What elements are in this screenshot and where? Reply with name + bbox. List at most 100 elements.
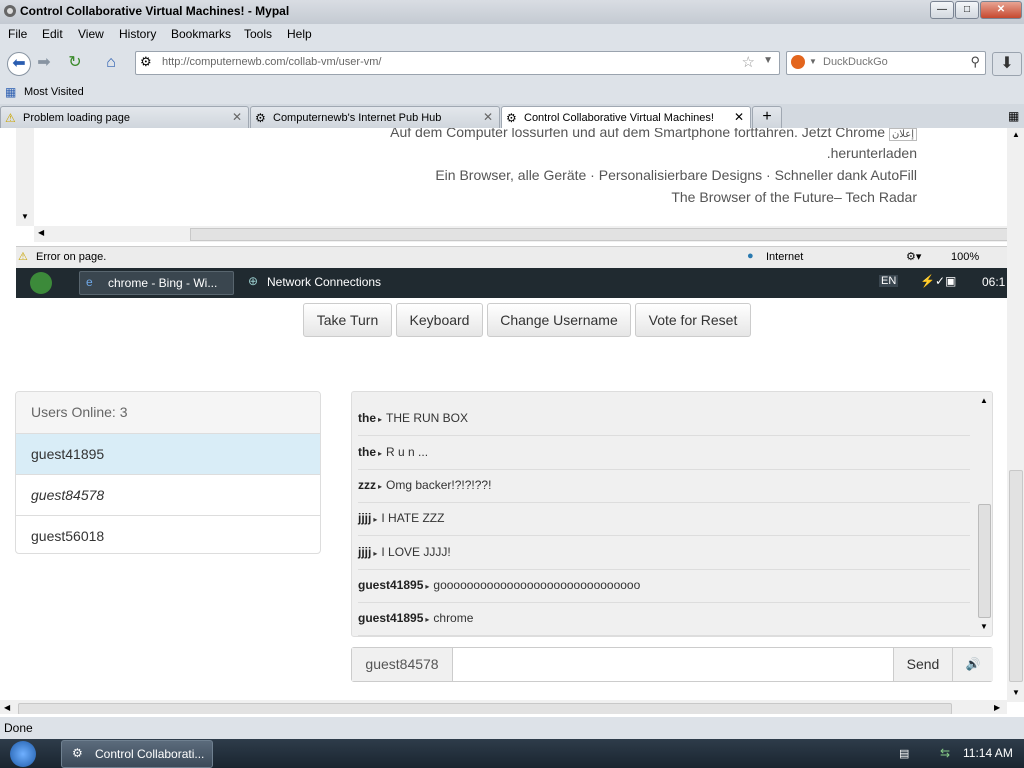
send-button[interactable]: Send bbox=[893, 648, 952, 681]
vm-screen[interactable]: Auf dem Computer lossurfen und auf dem S… bbox=[16, 128, 1009, 298]
vm-horizontal-scrollbar[interactable]: ◀ bbox=[34, 226, 1009, 242]
app-icon bbox=[4, 5, 16, 17]
menu-file[interactable]: File bbox=[8, 27, 27, 41]
ad-line-2: .herunterladen bbox=[826, 145, 917, 161]
volume-icon[interactable]: 🔊 bbox=[952, 648, 993, 681]
most-visited-icon: ▦ bbox=[5, 85, 17, 99]
scroll-left-arrow-icon[interactable]: ◀ bbox=[4, 703, 10, 712]
users-panel: Users Online: 3 guest41895 guest84578 gu… bbox=[15, 391, 321, 554]
chat-scroll-thumb[interactable] bbox=[978, 504, 991, 618]
vm-task-network[interactable]: Network Connections bbox=[267, 275, 381, 289]
chat-message: zzz ▸ Omg backer!?!?!??! bbox=[358, 469, 970, 503]
taskbar-item-mypal[interactable]: ⚙ Control Collaborati... bbox=[61, 740, 213, 768]
chat-message: guest41895 ▸ goooooooooooooooooooooooooooo… bbox=[358, 569, 970, 603]
chat-message: guest41895 ▸ chrome bbox=[358, 602, 970, 636]
search-bar[interactable]: ▼ ⚲ bbox=[786, 51, 986, 75]
menu-bar: File Edit View History Bookmarks Tools H… bbox=[0, 24, 1024, 45]
ie-status-text: Error on page. bbox=[36, 251, 107, 263]
scroll-up-arrow-icon[interactable]: ▲ bbox=[980, 396, 988, 405]
ie-zone-text: Internet bbox=[766, 251, 804, 263]
menu-tools[interactable]: Tools bbox=[244, 27, 272, 41]
list-all-tabs-icon[interactable]: ▦ bbox=[1008, 109, 1019, 123]
vm-tray-icons[interactable]: ⚡✓▣ bbox=[920, 274, 956, 288]
scroll-down-arrow-icon[interactable]: ▼ bbox=[21, 212, 29, 221]
tab-collab-vm[interactable]: ⚙ Control Collaborative Virtual Machines… bbox=[501, 106, 751, 129]
tab-close-icon[interactable]: ✕ bbox=[734, 110, 744, 124]
scroll-left-arrow-icon[interactable]: ◀ bbox=[38, 228, 44, 237]
chat-scrollbar[interactable]: ▲ ▼ bbox=[976, 392, 992, 636]
minimize-button[interactable]: — bbox=[930, 1, 954, 19]
page-vscroll-thumb[interactable] bbox=[1009, 470, 1023, 682]
search-icon[interactable]: ⚲ bbox=[970, 54, 980, 70]
menu-view[interactable]: View bbox=[78, 27, 104, 41]
menu-history[interactable]: History bbox=[119, 27, 156, 41]
page-hscroll-thumb[interactable] bbox=[18, 703, 952, 714]
tab-pub-hub[interactable]: ⚙ Computernewb's Internet Pub Hub ✕ bbox=[250, 106, 500, 129]
chat-message: jjjj ▸ I HATE ZZZ bbox=[358, 502, 970, 536]
vm-vertical-scrollbar[interactable]: ▼ bbox=[16, 128, 34, 226]
duckduckgo-icon[interactable] bbox=[791, 55, 805, 69]
ie-icon: e bbox=[86, 275, 93, 289]
url-bar[interactable]: ⚙ ☆ ▼ bbox=[135, 51, 780, 75]
vm-lang[interactable]: EN bbox=[879, 275, 899, 287]
menu-edit[interactable]: Edit bbox=[42, 27, 63, 41]
user-list-item[interactable]: guest41895 bbox=[16, 434, 320, 475]
bookmark-most-visited[interactable]: Most Visited bbox=[24, 86, 84, 98]
chat-input[interactable] bbox=[456, 653, 890, 677]
forward-icon[interactable]: ➡ bbox=[33, 52, 55, 74]
start-button-icon[interactable] bbox=[10, 741, 36, 767]
tab-problem-loading[interactable]: ⚠ Problem loading page ✕ bbox=[0, 106, 249, 129]
vm-hscroll-thumb[interactable] bbox=[190, 228, 1009, 241]
chat-panel: the ▸ THE RUN BOX the ▸ R u n ... zzz ▸ Omg ba… bbox=[351, 391, 993, 637]
url-dropdown-icon[interactable]: ▼ bbox=[763, 55, 773, 66]
back-icon[interactable]: ⬅ bbox=[7, 52, 31, 76]
chat-username-label[interactable]: guest84578 bbox=[352, 648, 453, 681]
window-titlebar: Control Collaborative Virtual Machines! … bbox=[0, 0, 1024, 24]
search-input[interactable] bbox=[821, 55, 965, 69]
change-username-button[interactable]: Change Username bbox=[487, 303, 631, 337]
page-vertical-scrollbar[interactable]: ▲ ▼ bbox=[1007, 128, 1024, 702]
vm-task-chrome[interactable]: e chrome - Bing - Wi... bbox=[79, 271, 234, 295]
search-engine-dropdown-icon[interactable]: ▼ bbox=[809, 57, 817, 66]
user-list-item[interactable]: guest84578 bbox=[16, 475, 320, 516]
network-tray-icon[interactable]: ⇆ bbox=[940, 746, 950, 760]
tab-strip: ⚠ Problem loading page ✕ ⚙ Computernewb'… bbox=[0, 104, 1024, 129]
reload-icon[interactable]: ↻ bbox=[64, 52, 86, 74]
user-list-item[interactable]: guest56018 bbox=[16, 516, 320, 553]
page-content: Auf dem Computer lossurfen und auf dem S… bbox=[0, 128, 1024, 714]
scroll-up-arrow-icon[interactable]: ▲ bbox=[1012, 130, 1020, 139]
bookmark-star-icon[interactable]: ☆ bbox=[742, 53, 755, 71]
ie-zoom-text[interactable]: 100% bbox=[951, 251, 979, 263]
site-icon: ⚙ bbox=[506, 111, 517, 125]
scroll-down-arrow-icon[interactable]: ▼ bbox=[980, 622, 988, 631]
new-tab-button[interactable]: + bbox=[752, 106, 782, 129]
vote-reset-button[interactable]: Vote for Reset bbox=[635, 303, 751, 337]
users-online-header: Users Online: 3 bbox=[16, 392, 320, 434]
keyboard-tray-icon[interactable]: ▤ bbox=[899, 747, 909, 760]
site-icon: ⚙ bbox=[255, 111, 266, 125]
url-input[interactable] bbox=[160, 55, 724, 69]
network-icon: ⊕ bbox=[248, 274, 259, 288]
chat-message: the ▸ R u n ... bbox=[358, 436, 970, 470]
scroll-right-arrow-icon[interactable]: ▶ bbox=[994, 703, 1000, 712]
menu-bookmarks[interactable]: Bookmarks bbox=[171, 27, 231, 41]
home-icon[interactable]: ⌂ bbox=[100, 52, 122, 74]
ad-line-1: Auf dem Computer lossurfen und auf dem S… bbox=[390, 128, 917, 141]
site-identity-icon[interactable]: ⚙ bbox=[140, 54, 152, 70]
status-text: Done bbox=[4, 721, 33, 735]
menu-help[interactable]: Help bbox=[287, 27, 312, 41]
close-button[interactable]: ✕ bbox=[980, 1, 1022, 19]
window-title: Control Collaborative Virtual Machines! … bbox=[20, 4, 290, 18]
vm-start-icon[interactable] bbox=[30, 272, 52, 294]
scroll-down-arrow-icon[interactable]: ▼ bbox=[1012, 688, 1020, 697]
vm-taskbar: e chrome - Bing - Wi... ⊕ Network Connec… bbox=[16, 268, 1007, 298]
page-horizontal-scrollbar[interactable]: ◀ ▶ bbox=[0, 700, 1007, 714]
keyboard-button[interactable]: Keyboard bbox=[396, 303, 483, 337]
maximize-button[interactable]: □ bbox=[955, 1, 979, 19]
download-icon[interactable]: ⬇ bbox=[992, 52, 1022, 76]
tab-close-icon[interactable]: ✕ bbox=[232, 110, 242, 124]
take-turn-button[interactable]: Take Turn bbox=[303, 303, 392, 337]
vm-clock: 06:1 bbox=[982, 275, 1006, 289]
protected-mode-icon[interactable]: ⚙▾ bbox=[906, 250, 921, 263]
tab-close-icon[interactable]: ✕ bbox=[483, 110, 493, 124]
